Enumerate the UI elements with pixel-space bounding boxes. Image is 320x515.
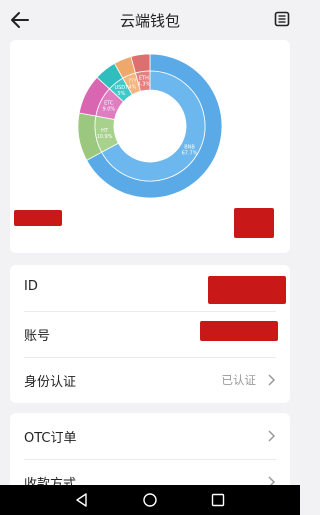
nav-home-icon[interactable] (142, 492, 158, 508)
donut-hole (114, 90, 186, 162)
slice-percent-label: 4.3% (138, 81, 151, 87)
redacted-total-right (234, 208, 274, 238)
nav-back-icon[interactable] (74, 492, 90, 508)
system-nav-bar (0, 485, 300, 515)
slice-percent-label: 10.9% (97, 134, 113, 140)
redacted-total-left (14, 210, 62, 226)
slice-percent-label: 4% (128, 84, 136, 90)
identity-verification-row[interactable]: 身份认证 已认证 (10, 357, 290, 403)
chevron-right-icon (268, 374, 276, 386)
top-bar: 云端钱包 (0, 0, 300, 40)
otc-orders-row[interactable]: OTC订单 (10, 413, 290, 459)
account-info-card: ID 账号 身份认证 已认证 (10, 265, 290, 403)
account-label: 账号 (24, 329, 51, 344)
redacted-id-value (208, 276, 286, 304)
identity-label: 身份认证 (24, 375, 77, 390)
slice-percent-label: 67.7% (182, 151, 198, 157)
redacted-account-value (200, 321, 278, 341)
id-label: ID (24, 279, 38, 294)
identity-status: 已认证 (221, 373, 257, 387)
slice-percent-label: 5% (117, 91, 125, 97)
id-row: ID (10, 265, 290, 311)
otc-card: OTC订单 收款方式 (10, 413, 290, 493)
nav-recents-icon[interactable] (210, 492, 226, 508)
list-icon[interactable] (274, 11, 290, 27)
asset-distribution-chart: BNB67.7%HT10.9%ETC9.0%USDT5%???4%ETH4.3% (77, 53, 223, 199)
chevron-right-icon (268, 430, 276, 442)
account-row: 账号 (10, 311, 290, 357)
page-title: 云端钱包 (119, 12, 180, 30)
asset-chart-card: BNB 67.7% HT 10.9% ETC 9.0% USDT 5%??? 4% ETH 4.3% (10, 40, 290, 253)
otc-orders-label: OTC订单 (24, 431, 77, 446)
slice-percent-label: 9.0% (102, 106, 115, 112)
